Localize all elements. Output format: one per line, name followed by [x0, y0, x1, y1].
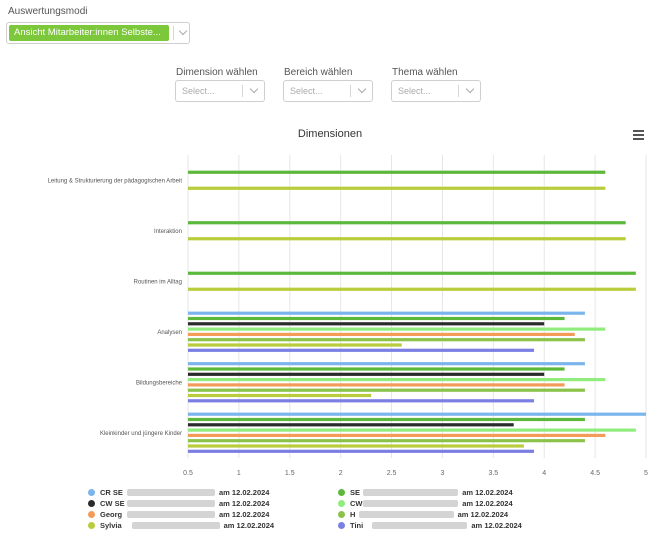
bar[interactable] [188, 383, 565, 387]
x-tick-label: 4 [542, 470, 546, 477]
legend-redacted [131, 522, 220, 529]
legend-label: SE [350, 488, 361, 497]
legend-label: CW SE [100, 499, 125, 508]
bar[interactable] [188, 316, 565, 321]
legend-date: am 12.02.2024 [219, 510, 270, 519]
chart-title: Dimensionen [298, 128, 362, 140]
chart-category-labels: Leitung & Strukturierung der pädagogisch… [48, 178, 183, 437]
bar[interactable] [188, 423, 514, 427]
legend-item[interactable]: Tini am 12.02.2024 [338, 521, 578, 531]
legend-label: H [350, 510, 356, 519]
chart-grid [187, 155, 647, 458]
legend-redacted [127, 500, 215, 507]
bar[interactable] [188, 449, 535, 453]
legend-marker [338, 500, 345, 507]
x-tick-label: 3 [440, 470, 444, 477]
legend-marker [88, 489, 95, 496]
bar[interactable] [188, 362, 585, 366]
category-label: Analysen [157, 330, 182, 336]
legend-item[interactable]: Georg am 12.02.2024 [88, 510, 328, 520]
bar[interactable] [188, 444, 524, 448]
bar[interactable] [188, 393, 372, 398]
legend-item[interactable]: Ham 12.02.2024 [338, 510, 578, 520]
bar[interactable] [188, 271, 636, 275]
bar[interactable] [188, 338, 585, 342]
bar[interactable] [188, 433, 606, 437]
bar[interactable] [188, 439, 585, 443]
legend-marker [88, 500, 95, 507]
legend-item[interactable]: CR SE am 12.02.2024 [88, 488, 328, 498]
legend-date: am 12.02.2024 [471, 521, 522, 530]
chart-bars [188, 170, 646, 453]
bar[interactable] [188, 186, 606, 190]
category-label: Leitung & Strukturierung der pädagogisch… [48, 178, 183, 184]
legend-date: am 12.02.2024 [462, 499, 513, 508]
bar[interactable] [188, 237, 626, 241]
bar[interactable] [188, 332, 575, 336]
category-label: Routinen im Alltag [134, 279, 182, 285]
bar[interactable] [188, 367, 565, 371]
category-label: Kleinkinder und jüngere Kinder [100, 431, 182, 437]
legend-date: am 12.02.2024 [462, 488, 513, 497]
legend-label: Sylvia [100, 521, 122, 530]
x-tick-label: 3.5 [488, 470, 498, 477]
bar[interactable] [188, 327, 606, 331]
x-tick-label: 2.5 [387, 470, 397, 477]
x-tick-label: 5 [644, 470, 648, 477]
dimensions-chart: Dimensionen Leitung & Strukturierung der… [48, 128, 648, 477]
bar[interactable] [188, 311, 585, 315]
legend-redacted [363, 489, 459, 496]
x-tick-label: 1 [237, 470, 241, 477]
legend-label: CW [350, 499, 363, 508]
bar[interactable] [188, 378, 606, 382]
legend-item[interactable]: SE am 12.02.2024 [338, 488, 578, 498]
x-tick-label: 4.5 [590, 470, 600, 477]
x-tick-label: 2 [339, 470, 343, 477]
bar[interactable] [188, 372, 545, 376]
legend-date: am 12.02.2024 [219, 488, 270, 497]
x-tick-label: 1.5 [285, 470, 295, 477]
bar[interactable] [188, 287, 636, 291]
legend-redacted [127, 511, 215, 518]
legend-date: am 12.02.2024 [223, 521, 275, 530]
chart-tick-labels: 0.5 1 1.5 2 2.5 3 3.5 4 4.5 5 [183, 470, 648, 477]
legend-date: am 12.02.2024 [457, 510, 509, 519]
legend-redacted [358, 511, 454, 518]
bar[interactable] [188, 343, 402, 347]
legend-redacted [127, 489, 215, 496]
legend-label: Georg [100, 510, 123, 519]
bar[interactable] [188, 348, 535, 352]
bar[interactable] [188, 412, 646, 416]
legend-marker [88, 522, 95, 529]
bar[interactable] [188, 170, 606, 174]
legend-label: CR SE [100, 488, 123, 497]
legend-item[interactable]: Sylvia am 12.02.2024 [88, 521, 328, 531]
legend-redacted [372, 522, 468, 529]
bar[interactable] [188, 428, 636, 432]
x-tick-label: 0.5 [183, 470, 193, 477]
bar[interactable] [188, 322, 545, 326]
bar[interactable] [188, 399, 535, 403]
legend-marker [338, 511, 345, 518]
legend-marker [88, 511, 95, 518]
bar[interactable] [188, 417, 585, 422]
legend-item[interactable]: CW am 12.02.2024 [338, 499, 578, 509]
category-label: Bildungsbereiche [136, 380, 183, 386]
legend-item[interactable]: CW SE am 12.02.2024 [88, 499, 328, 509]
legend-redacted [363, 500, 459, 507]
legend-marker [338, 522, 345, 529]
category-label: Interaktion [154, 229, 182, 235]
legend-marker [338, 489, 345, 496]
legend-label: Tini [350, 521, 364, 530]
bar[interactable] [188, 388, 585, 392]
bar[interactable] [188, 221, 626, 225]
legend-date: am 12.02.2024 [219, 499, 270, 508]
